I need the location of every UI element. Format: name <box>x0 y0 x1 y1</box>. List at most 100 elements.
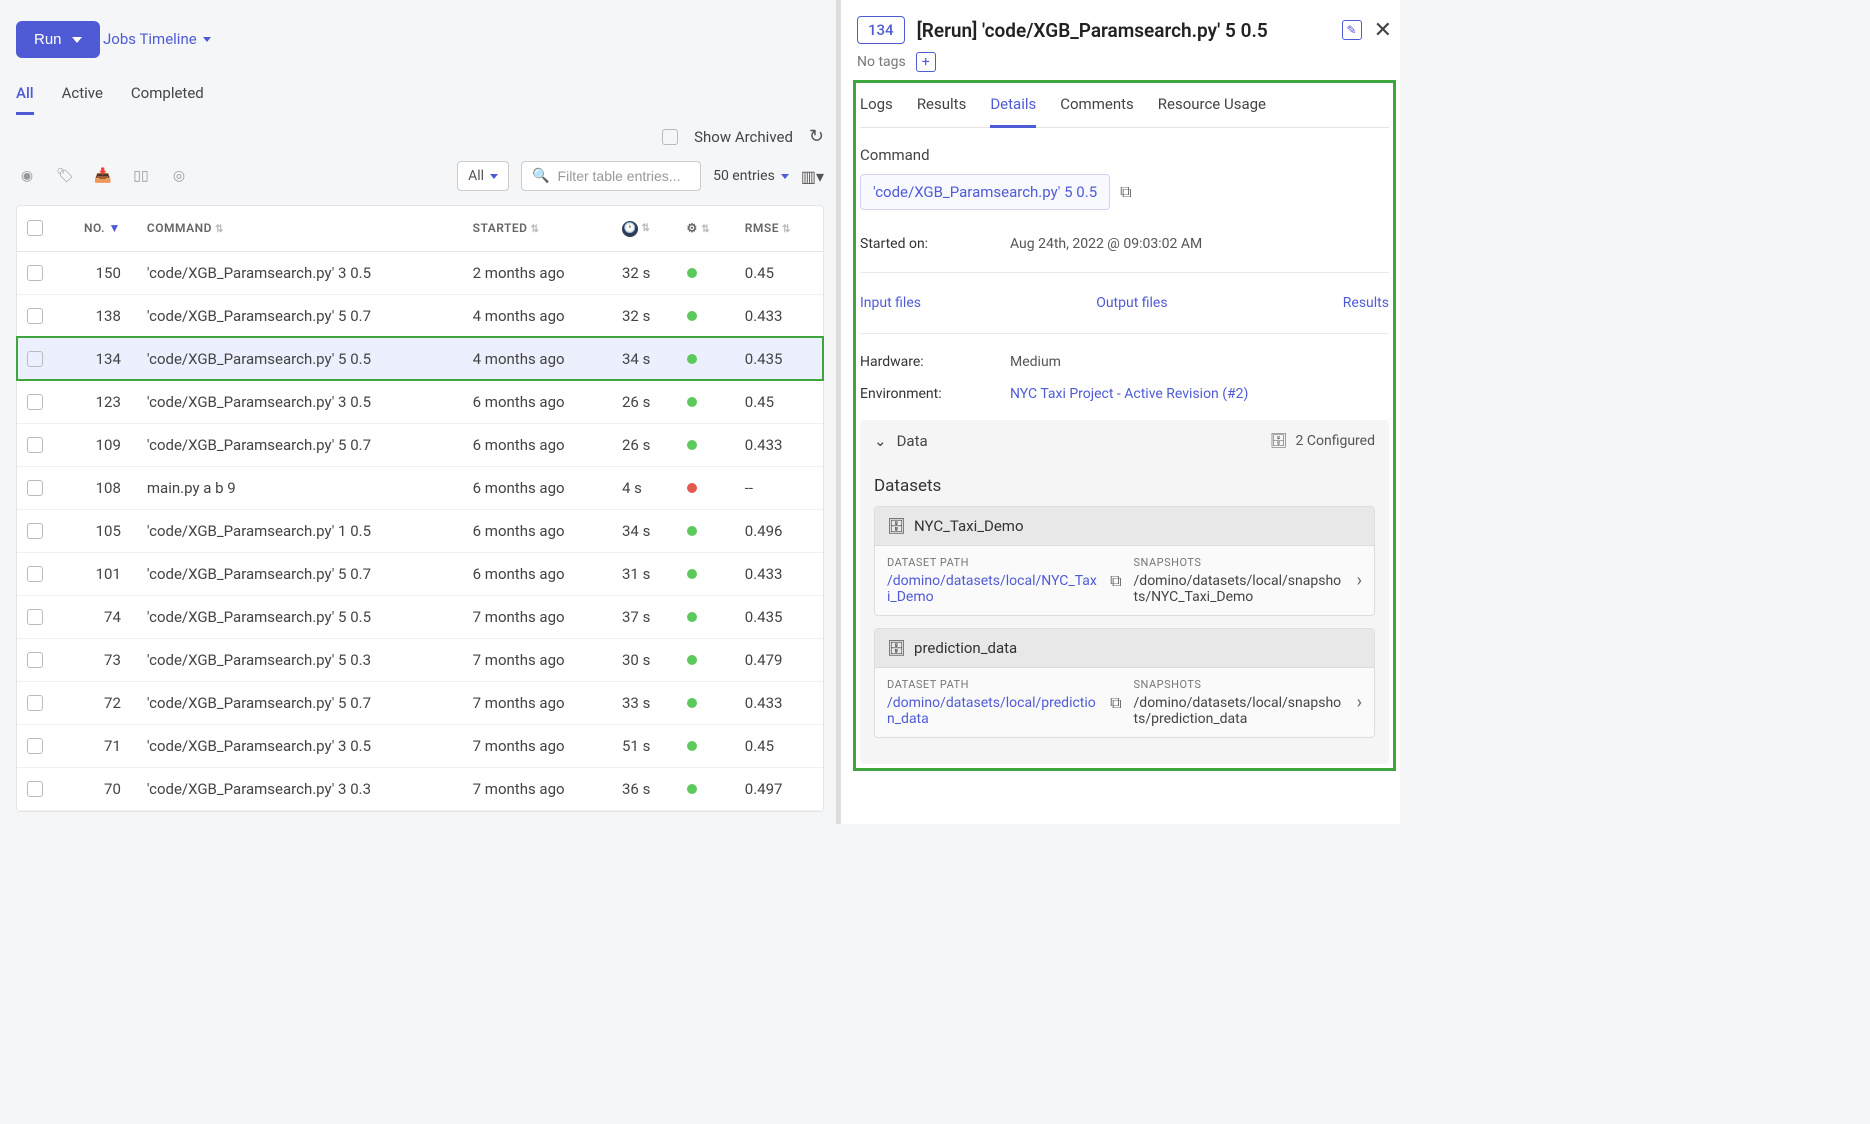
filter-all-select[interactable]: All <box>457 161 509 191</box>
hardware-label: Hardware: <box>860 354 1010 370</box>
dtab-logs[interactable]: Logs <box>860 87 893 127</box>
tab-completed[interactable]: Completed <box>131 78 204 115</box>
row-rmse: 0.433 <box>735 552 823 595</box>
run-button[interactable]: Run <box>16 21 100 58</box>
status-icon: ⚙ <box>687 221 698 235</box>
row-checkbox[interactable] <box>27 308 43 324</box>
copy-icon[interactable]: ⧉ <box>1120 182 1131 202</box>
entries-select[interactable]: 50 entries <box>713 168 789 184</box>
target-icon[interactable]: ◎ <box>168 165 190 187</box>
dataset-path-link[interactable]: /domino/datasets/local/NYC_Taxi_Demo <box>887 573 1098 605</box>
tab-all[interactable]: All <box>16 78 34 115</box>
table-row[interactable]: 109 'code/XGB_Paramsearch.py' 5 0.7 6 mo… <box>17 423 823 466</box>
dtab-comments[interactable]: Comments <box>1060 87 1134 127</box>
dataset-path-link[interactable]: /domino/datasets/local/prediction_data <box>887 695 1098 727</box>
table-row[interactable]: 134 'code/XGB_Paramsearch.py' 5 0.5 4 mo… <box>17 337 823 380</box>
row-status <box>677 595 735 638</box>
row-rmse: 0.433 <box>735 423 823 466</box>
search-box[interactable]: 🔍 <box>521 161 701 191</box>
data-section-toggle[interactable]: ⌄ Data 🗄 2 Configured <box>860 420 1389 462</box>
row-status <box>677 509 735 552</box>
row-status <box>677 767 735 810</box>
copy-icon[interactable]: ⧉ <box>1110 571 1121 591</box>
col-command[interactable]: COMMAND <box>137 206 463 251</box>
row-no: 72 <box>53 681 137 724</box>
row-started: 6 months ago <box>463 466 612 509</box>
col-started[interactable]: STARTED <box>463 206 612 251</box>
row-command: main.py a b 9 <box>137 466 463 509</box>
status-dot-icon <box>687 741 697 751</box>
row-rmse: 0.435 <box>735 595 823 638</box>
copy-icon[interactable]: ⧉ <box>1110 693 1121 713</box>
row-no: 105 <box>53 509 137 552</box>
archive-icon[interactable]: 📥 <box>92 165 114 187</box>
row-checkbox[interactable] <box>27 566 43 582</box>
jobs-timeline-label: Jobs Timeline <box>103 30 197 48</box>
row-duration: 4 s <box>612 466 677 509</box>
table-row[interactable]: 74 'code/XGB_Paramsearch.py' 5 0.5 7 mon… <box>17 595 823 638</box>
tab-active[interactable]: Active <box>62 78 103 115</box>
columns-icon[interactable]: ▥▾ <box>801 167 824 186</box>
table-row[interactable]: 71 'code/XGB_Paramsearch.py' 3 0.5 7 mon… <box>17 724 823 767</box>
database-icon: 🗄 <box>887 639 906 657</box>
dtab-details[interactable]: Details <box>990 87 1036 128</box>
dataset-name: NYC_Taxi_Demo <box>914 517 1023 535</box>
table-row[interactable]: 73 'code/XGB_Paramsearch.py' 5 0.3 7 mon… <box>17 638 823 681</box>
search-input[interactable] <box>558 168 691 184</box>
table-row[interactable]: 138 'code/XGB_Paramsearch.py' 5 0.7 4 mo… <box>17 294 823 337</box>
stop-icon[interactable]: ◉ <box>16 165 38 187</box>
row-no: 123 <box>53 380 137 423</box>
input-files-link[interactable]: Input files <box>860 295 921 311</box>
status-dot-icon <box>687 526 697 536</box>
row-no: 101 <box>53 552 137 595</box>
dataset-name: prediction_data <box>914 639 1017 657</box>
table-row[interactable]: 70 'code/XGB_Paramsearch.py' 3 0.3 7 mon… <box>17 767 823 810</box>
add-tag-button[interactable]: + <box>916 52 936 72</box>
status-dot-icon <box>687 612 697 622</box>
edit-icon[interactable]: ✎ <box>1342 20 1362 40</box>
dtab-results[interactable]: Results <box>917 87 967 127</box>
output-files-link[interactable]: Output files <box>1096 295 1167 311</box>
row-checkbox[interactable] <box>27 695 43 711</box>
row-no: 150 <box>53 251 137 294</box>
status-dot-icon <box>687 784 697 794</box>
col-duration[interactable]: 🕐 ⇅ <box>612 206 677 251</box>
row-checkbox[interactable] <box>27 652 43 668</box>
chevron-right-icon[interactable]: › <box>1357 570 1362 591</box>
dataset-card-header: 🗄 prediction_data <box>875 629 1374 668</box>
row-checkbox[interactable] <box>27 480 43 496</box>
row-duration: 36 s <box>612 767 677 810</box>
row-checkbox[interactable] <box>27 738 43 754</box>
row-checkbox[interactable] <box>27 265 43 281</box>
close-icon[interactable]: ✕ <box>1374 18 1392 43</box>
tag-icon[interactable]: 🏷 <box>54 165 76 187</box>
dtab-resource[interactable]: Resource Usage <box>1158 87 1266 127</box>
environment-value[interactable]: NYC Taxi Project - Active Revision (#2) <box>1010 386 1248 402</box>
col-rmse[interactable]: RMSE <box>735 206 823 251</box>
col-no[interactable]: NO. ▼ <box>53 206 137 251</box>
table-row[interactable]: 108 main.py a b 9 6 months ago 4 s -- <box>17 466 823 509</box>
table-row[interactable]: 72 'code/XGB_Paramsearch.py' 5 0.7 7 mon… <box>17 681 823 724</box>
results-link[interactable]: Results <box>1343 295 1389 311</box>
show-archived-checkbox[interactable] <box>662 129 678 145</box>
refresh-icon[interactable]: ↻ <box>809 126 824 147</box>
row-checkbox[interactable] <box>27 523 43 539</box>
row-checkbox[interactable] <box>27 351 43 367</box>
table-row[interactable]: 105 'code/XGB_Paramsearch.py' 1 0.5 6 mo… <box>17 509 823 552</box>
compare-icon[interactable]: ▯▯ <box>130 165 152 187</box>
table-row[interactable]: 123 'code/XGB_Paramsearch.py' 3 0.5 6 mo… <box>17 380 823 423</box>
jobs-timeline-link[interactable]: Jobs Timeline <box>103 30 211 48</box>
row-checkbox[interactable] <box>27 609 43 625</box>
row-command: 'code/XGB_Paramsearch.py' 5 0.5 <box>137 595 463 638</box>
caret-down-icon <box>72 37 82 43</box>
chevron-right-icon[interactable]: › <box>1357 692 1362 713</box>
row-checkbox[interactable] <box>27 781 43 797</box>
table-row[interactable]: 150 'code/XGB_Paramsearch.py' 3 0.5 2 mo… <box>17 251 823 294</box>
select-all-checkbox[interactable] <box>27 220 43 236</box>
row-checkbox[interactable] <box>27 437 43 453</box>
row-command: 'code/XGB_Paramsearch.py' 5 0.7 <box>137 552 463 595</box>
row-checkbox[interactable] <box>27 394 43 410</box>
hardware-value: Medium <box>1010 354 1061 370</box>
table-row[interactable]: 101 'code/XGB_Paramsearch.py' 5 0.7 6 mo… <box>17 552 823 595</box>
col-status[interactable]: ⚙ ⇅ <box>677 206 735 251</box>
